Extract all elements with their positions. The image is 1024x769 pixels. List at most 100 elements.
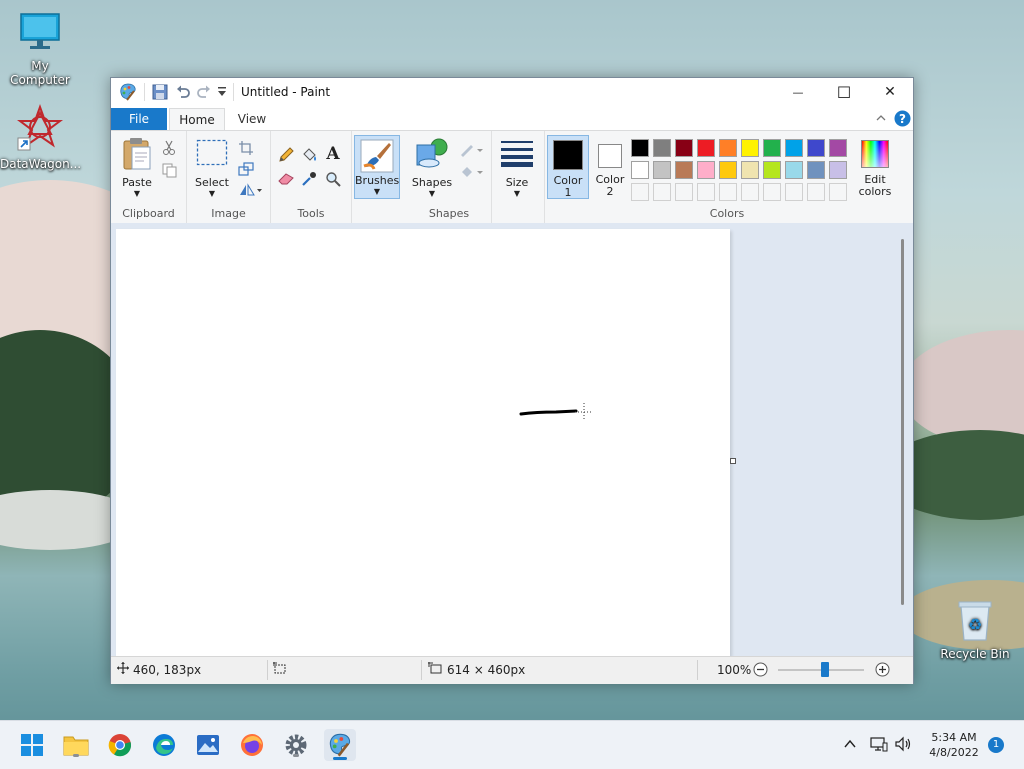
color-swatch[interactable] bbox=[763, 139, 781, 157]
paint-app-icon[interactable] bbox=[119, 83, 137, 104]
color-swatch[interactable] bbox=[697, 161, 715, 179]
color-swatch[interactable] bbox=[785, 161, 803, 179]
desktop-icon-recycle-bin[interactable]: ♻ Recycle Bin bbox=[935, 598, 1015, 661]
color-swatch[interactable] bbox=[741, 139, 759, 157]
chrome-button[interactable] bbox=[104, 729, 136, 761]
zoom-out-button[interactable] bbox=[753, 662, 768, 680]
color2-button[interactable]: Color 2 bbox=[590, 135, 630, 198]
pencil-icon[interactable] bbox=[277, 146, 295, 164]
custom-color-slot[interactable] bbox=[763, 183, 781, 201]
color1-button[interactable]: Color 1 bbox=[547, 135, 589, 199]
color-swatch[interactable] bbox=[653, 161, 671, 179]
custom-color-slot[interactable] bbox=[697, 183, 715, 201]
tab-view[interactable]: View bbox=[227, 108, 277, 130]
size-label: Size bbox=[505, 176, 529, 189]
notification-badge[interactable]: 1 bbox=[988, 737, 1004, 753]
color-picker-icon[interactable] bbox=[300, 170, 318, 188]
settings-button[interactable] bbox=[280, 729, 312, 761]
cut-icon[interactable] bbox=[160, 139, 178, 157]
color-swatch[interactable] bbox=[697, 139, 715, 157]
color1-number: 1 bbox=[564, 186, 572, 199]
select-label: Select bbox=[195, 176, 229, 189]
outline-icon[interactable] bbox=[459, 141, 483, 159]
custom-color-slot[interactable] bbox=[653, 183, 671, 201]
undo-icon[interactable] bbox=[175, 84, 191, 103]
custom-color-slot[interactable] bbox=[829, 183, 847, 201]
resize-icon[interactable] bbox=[237, 160, 255, 178]
text-icon[interactable]: A bbox=[324, 144, 342, 164]
window-title: Untitled - Paint bbox=[241, 85, 331, 99]
paste-dropdown-icon[interactable]: ▼ bbox=[115, 189, 159, 198]
fill-icon[interactable] bbox=[459, 163, 483, 181]
custom-color-slot[interactable] bbox=[741, 183, 759, 201]
tab-file[interactable]: File bbox=[111, 108, 167, 130]
color-swatch[interactable] bbox=[631, 161, 649, 179]
custom-color-slot[interactable] bbox=[807, 183, 825, 201]
zoom-in-button[interactable] bbox=[875, 662, 890, 680]
fill-bucket-icon[interactable] bbox=[300, 146, 318, 164]
color-swatch[interactable] bbox=[631, 139, 649, 157]
custom-color-slot[interactable] bbox=[719, 183, 737, 201]
chevron-up-icon[interactable] bbox=[843, 737, 857, 754]
desktop-icon-datawagon[interactable]: DataWagon... bbox=[0, 104, 81, 171]
help-icon[interactable]: ? bbox=[894, 110, 911, 130]
save-icon[interactable] bbox=[152, 84, 168, 103]
rotate-icon[interactable] bbox=[237, 181, 263, 199]
color-swatch[interactable] bbox=[653, 139, 671, 157]
color-swatch[interactable] bbox=[741, 161, 759, 179]
close-button[interactable]: ✕ bbox=[867, 78, 913, 106]
canvas-workspace[interactable] bbox=[111, 223, 913, 656]
color-swatch[interactable] bbox=[719, 139, 737, 157]
volume-icon[interactable] bbox=[894, 736, 912, 755]
redo-icon[interactable] bbox=[196, 84, 212, 103]
copy-icon[interactable] bbox=[160, 161, 178, 179]
tab-home[interactable]: Home bbox=[169, 108, 225, 131]
color-swatch[interactable] bbox=[829, 161, 847, 179]
paint-taskbar-button[interactable] bbox=[324, 729, 356, 761]
custom-color-slot[interactable] bbox=[675, 183, 693, 201]
shapes-button[interactable] bbox=[415, 137, 449, 172]
magnifier-icon[interactable] bbox=[324, 170, 342, 188]
maximize-button[interactable]: ☐ bbox=[821, 78, 867, 106]
zoom-slider-thumb[interactable] bbox=[821, 662, 829, 677]
clipboard-group: Paste ▼ Clipboard bbox=[111, 131, 187, 223]
drawing-canvas[interactable] bbox=[116, 229, 730, 656]
custom-color-slot[interactable] bbox=[785, 183, 803, 201]
vertical-scrollbar[interactable] bbox=[901, 239, 904, 605]
network-icon[interactable] bbox=[870, 736, 888, 755]
color-swatch[interactable] bbox=[675, 161, 693, 179]
paste-button[interactable] bbox=[122, 137, 152, 174]
eraser-icon[interactable] bbox=[277, 170, 295, 188]
title-bar[interactable]: Untitled - Paint — ☐ ✕ bbox=[111, 78, 913, 106]
desktop-icon-my-computer[interactable]: My Computer bbox=[0, 10, 80, 87]
customize-quick-access-icon[interactable] bbox=[217, 86, 227, 101]
crop-icon[interactable] bbox=[237, 139, 255, 157]
shapes-dropdown-icon[interactable]: ▼ bbox=[409, 189, 455, 198]
photos-button[interactable] bbox=[192, 729, 224, 761]
color-swatch[interactable] bbox=[829, 139, 847, 157]
minimize-button[interactable]: — bbox=[775, 78, 821, 106]
canvas-resize-handle[interactable] bbox=[730, 458, 736, 464]
color-swatch[interactable] bbox=[807, 139, 825, 157]
size-dropdown-icon[interactable]: ▼ bbox=[492, 189, 542, 198]
brushes-button[interactable]: Brushes ▼ bbox=[354, 135, 400, 199]
firefox-button[interactable] bbox=[236, 729, 268, 761]
custom-color-slot[interactable] bbox=[631, 183, 649, 201]
clock-date: 4/8/2022 bbox=[929, 746, 979, 759]
start-button[interactable] bbox=[16, 729, 48, 761]
color-swatch[interactable] bbox=[807, 161, 825, 179]
title-separator bbox=[144, 83, 145, 101]
svg-text:♻: ♻ bbox=[968, 615, 982, 634]
minimize-ribbon-icon[interactable] bbox=[875, 112, 887, 127]
select-button[interactable] bbox=[196, 139, 228, 170]
size-button[interactable] bbox=[499, 139, 535, 170]
color-swatch[interactable] bbox=[719, 161, 737, 179]
color-swatch[interactable] bbox=[675, 139, 693, 157]
select-dropdown-icon[interactable]: ▼ bbox=[189, 189, 235, 198]
color-swatch[interactable] bbox=[763, 161, 781, 179]
edge-button[interactable] bbox=[148, 729, 180, 761]
clock[interactable]: 5:34 AM 4/8/2022 bbox=[922, 730, 986, 760]
color-swatch[interactable] bbox=[785, 139, 803, 157]
file-explorer-button[interactable] bbox=[60, 729, 92, 761]
edit-colors-button[interactable]: Edit colors bbox=[853, 135, 897, 198]
